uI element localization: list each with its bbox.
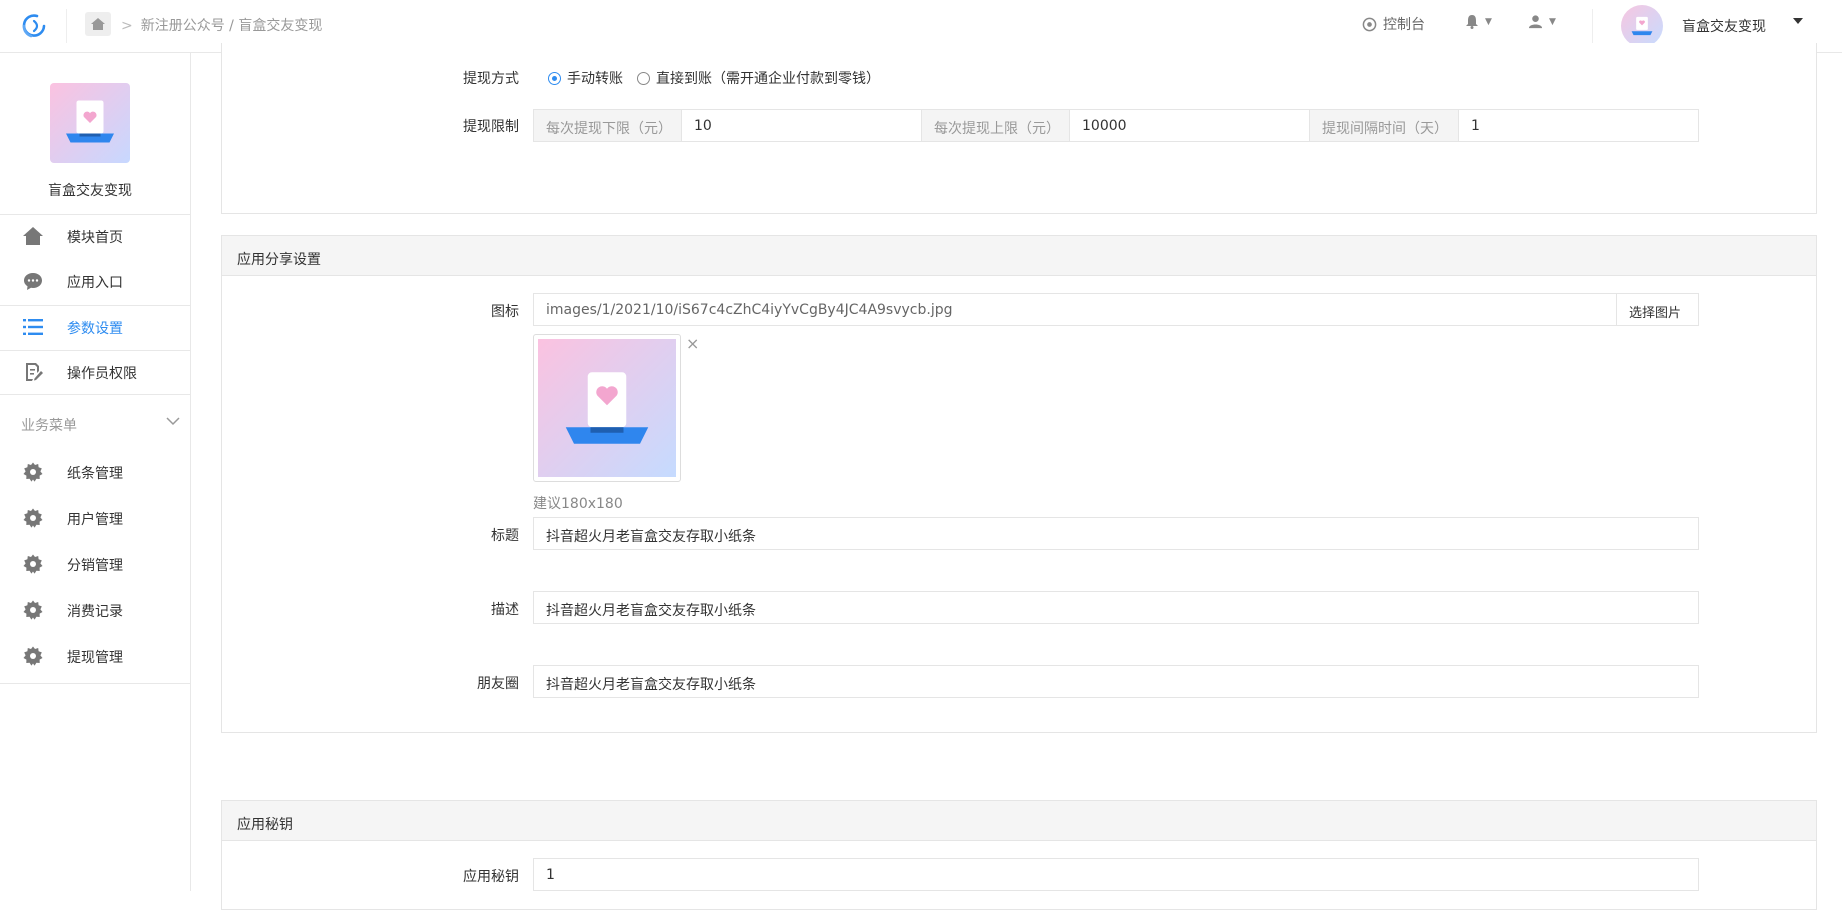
gear-icon [22,599,44,621]
gear-icon [22,553,44,575]
blind-box-logo-icon [1631,16,1653,36]
sidebar-item-module-home[interactable]: 模块首页 [0,214,190,258]
sidebar-item-label: 分销管理 [67,558,123,574]
account-avatar[interactable] [1621,5,1663,47]
share-panel-title: 应用分享设置 [222,236,1816,276]
account-dropdown-icon[interactable] [1793,18,1803,24]
radio-manual-transfer[interactable]: 手动转账 [548,68,623,88]
share-title-label: 标题 [491,528,519,544]
chevron-right-icon: > [121,18,133,34]
app-name: 盲盒交友变现 [48,183,132,199]
chevron-down-icon: ▼ [1485,16,1492,27]
min-limit-addon: 每次提现下限（元） [534,110,682,141]
sidebar-item-consumption[interactable]: 消费记录 [0,588,190,632]
gear-icon [22,461,44,483]
main-content: 提现方式 手动转账 直接到账（需开通企业付款到零钱） 提现限制 每次提现下限（元… [191,43,1842,910]
secret-panel-title: 应用秘钥 [222,801,1816,841]
interval-addon: 提现间隔时间（天） [1310,110,1459,141]
home-icon [22,225,44,247]
sidebar-item-label: 纸条管理 [67,466,123,482]
edit-doc-icon [22,361,44,383]
sidebar-item-label: 用户管理 [67,512,123,528]
select-image-button[interactable]: 选择图片 [1616,293,1699,326]
chat-icon [22,270,44,292]
sidebar-item-label: 操作员权限 [67,366,137,382]
divider [66,9,67,43]
divider [0,394,190,395]
sidebar-item-label: 参数设置 [67,321,123,337]
share-settings-panel: 应用分享设置 图标 images/1/2021/10/iS67c4cZhC4iy… [221,235,1817,733]
radio-label: 直接到账（需开通企业付款到零钱） [656,71,880,87]
app-logo-image [50,83,130,163]
app-secret-input[interactable]: 1 [533,858,1699,891]
share-moments-input[interactable]: 抖音超火月老盲盒交友存取小纸条 [533,665,1699,698]
console-link[interactable]: 控制台 [1362,14,1425,34]
icon-path-input[interactable]: images/1/2021/10/iS67c4cZhC4iyYvCgBy4JC4… [533,293,1617,326]
interval-input[interactable]: 1 [1459,110,1698,141]
business-menu-label: 业务菜单 [21,418,77,434]
share-moments-label: 朋友圈 [477,676,519,692]
home-icon [91,18,105,30]
bell-icon [1466,15,1478,29]
app-secret-label: 应用秘钥 [463,869,519,885]
sidebar-item-withdrawals[interactable]: 提现管理 [0,634,190,678]
radio-label: 手动转账 [567,71,623,87]
max-limit-addon: 每次提现上限（元） [922,110,1070,141]
user-icon [1528,15,1543,29]
withdraw-method-radio-group: 手动转账 直接到账（需开通企业付款到零钱） [548,68,880,88]
withdraw-method-label: 提现方式 [463,71,519,87]
gear-icon [22,507,44,529]
withdraw-limit-group: 每次提现下限（元） 10 每次提现上限（元） 10000 提现间隔时间（天） 1 [533,109,1699,142]
share-desc-input[interactable]: 抖音超火月老盲盒交友存取小纸条 [533,591,1699,624]
radio-unchecked-icon[interactable] [637,71,650,85]
icon-preview [533,334,681,482]
gear-icon [22,645,44,667]
breadcrumb: > 新注册公众号 / 盲盒交友变现 [121,15,322,35]
radio-checked-icon[interactable] [548,71,561,85]
share-desc-label: 描述 [491,602,519,618]
share-icon-label: 图标 [491,304,519,320]
withdraw-settings-panel: 提现方式 手动转账 直接到账（需开通企业付款到零钱） 提现限制 每次提现下限（元… [221,43,1817,214]
remove-image-icon[interactable]: × [686,334,699,353]
sidebar-item-label: 消费记录 [67,604,123,620]
account-name[interactable]: 盲盒交友变现 [1682,16,1766,36]
sidebar-item-label: 模块首页 [67,230,123,246]
share-title-input[interactable]: 抖音超火月老盲盒交友存取小纸条 [533,517,1699,550]
sidebar-item-operator-permissions[interactable]: 操作员权限 [0,350,190,394]
sidebar: 盲盒交友变现 模块首页 应用入口 参数设置 操作员权限 业务菜单 纸条管理 用户… [0,53,191,891]
chevron-down-icon[interactable] [166,417,180,426]
notification-menu[interactable]: ▼ [1465,14,1492,29]
sidebar-item-settings[interactable]: 参数设置 [0,305,190,349]
user-menu[interactable]: ▼ [1528,14,1556,29]
sidebar-item-app-entry[interactable]: 应用入口 [0,259,190,303]
icon-preview-image [538,339,676,477]
max-limit-input[interactable]: 10000 [1070,110,1310,141]
divider [1592,9,1593,43]
home-button[interactable] [85,12,111,36]
radio-direct-deposit[interactable]: 直接到账（需开通企业付款到零钱） [637,68,880,88]
console-label: 控制台 [1383,17,1425,33]
sidebar-item-users[interactable]: 用户管理 [0,496,190,540]
withdraw-limit-label: 提现限制 [463,119,519,135]
chevron-down-icon: ▼ [1549,16,1556,27]
sidebar-item-label: 应用入口 [67,275,123,291]
sidebar-item-distribution[interactable]: 分销管理 [0,542,190,586]
icon-size-hint: 建议180x180 [533,496,623,512]
breadcrumb-text[interactable]: 新注册公众号 / 盲盒交友变现 [141,18,323,34]
dashboard-icon [1362,17,1377,31]
min-limit-input[interactable]: 10 [682,110,922,141]
list-icon [22,316,44,338]
blind-box-logo-icon [66,100,114,143]
sidebar-item-notes[interactable]: 纸条管理 [0,450,190,494]
app-logo-icon[interactable] [20,12,48,40]
sidebar-item-label: 提现管理 [67,650,123,666]
blind-box-logo-icon [565,372,649,444]
divider [0,683,190,684]
app-secret-panel: 应用秘钥 应用秘钥 1 [221,800,1817,910]
